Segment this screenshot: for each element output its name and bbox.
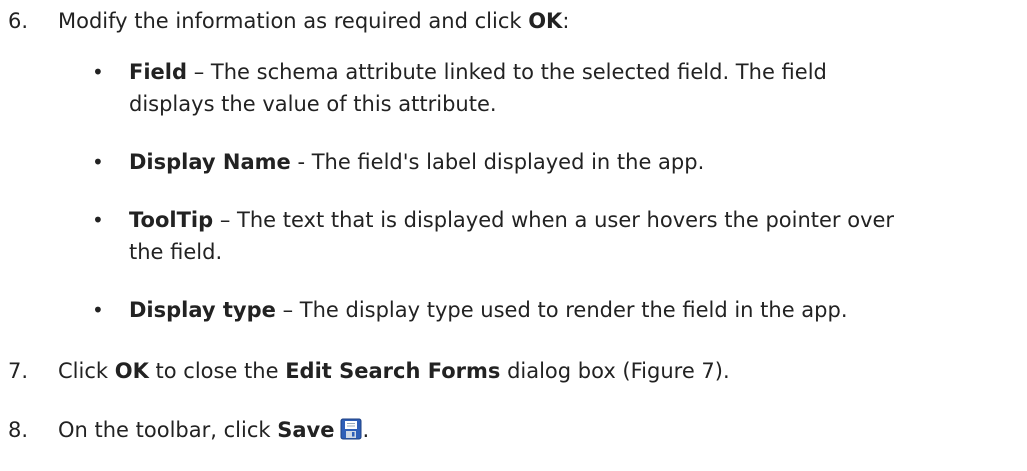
step-6: 6. Modify the information as required an…	[8, 5, 569, 37]
bullet-field: • Field – The schema attribute linked to…	[92, 56, 1003, 120]
bullet-marker: •	[92, 298, 104, 322]
bullet-term: Field	[129, 60, 188, 84]
dialog-name: Edit Search Forms	[285, 359, 501, 383]
bullet-term: Display type	[129, 298, 276, 322]
bullet-tooltip: • ToolTip – The text that is displayed w…	[92, 204, 1003, 268]
step-number: 8.	[8, 418, 29, 442]
step-text: On the toolbar, click Save .	[58, 414, 369, 449]
save-label: Save	[277, 418, 335, 442]
step-number: 6.	[8, 9, 29, 33]
step-8: 8. On the toolbar, click Save .	[8, 414, 369, 449]
bullet-text: Field – The schema attribute linked to t…	[129, 60, 827, 116]
bullet-display-type: • Display type – The display type used t…	[92, 294, 1003, 326]
bullet-display-name: • Display Name - The field's label displ…	[92, 146, 1003, 178]
bullet-marker: •	[92, 208, 104, 232]
bullet-text: Display type – The display type used to …	[129, 298, 848, 322]
save-icon	[340, 417, 362, 449]
step-text: Modify the information as required and c…	[58, 9, 570, 33]
document-page: 6. Modify the information as required an…	[0, 0, 1027, 471]
step-7: 7. Click OK to close the Edit Search For…	[8, 355, 730, 387]
bullet-text: ToolTip – The text that is displayed whe…	[129, 208, 895, 264]
step-text: Click OK to close the Edit Search Forms …	[58, 359, 730, 383]
bullet-text: Display Name - The field's label display…	[129, 150, 705, 174]
step-number: 7.	[8, 359, 29, 383]
bullet-marker: •	[92, 150, 104, 174]
bullet-marker: •	[92, 60, 104, 84]
bullet-term: ToolTip	[129, 208, 214, 232]
ok-label: OK	[114, 359, 149, 383]
bullet-term: Display Name	[129, 150, 291, 174]
ok-label: OK	[528, 9, 563, 33]
